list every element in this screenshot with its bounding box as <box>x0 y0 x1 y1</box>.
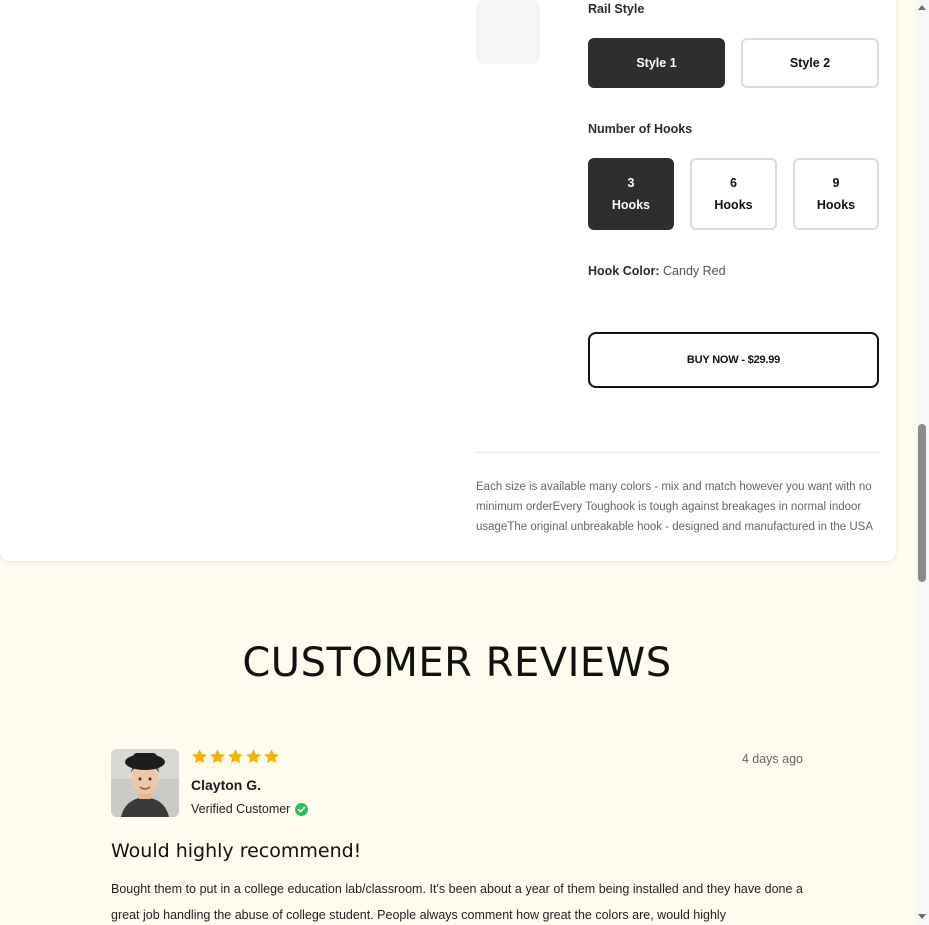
divider <box>476 452 879 453</box>
verified-label: Verified Customer <box>191 802 291 816</box>
rail-style-2-text: Style 2 <box>789 56 831 70</box>
product-description: Each size is available many colors - mix… <box>476 481 874 533</box>
star-icon <box>264 749 279 764</box>
hook-color-value: Candy Red <box>663 264 726 278</box>
hooks-label: Number of Hooks <box>588 122 693 136</box>
hooks-9-unit: Hooks <box>816 198 856 212</box>
reviewer-name: Clayton G. <box>191 777 262 793</box>
star-icon <box>246 749 261 764</box>
star-icon <box>192 749 207 764</box>
hook-color-label: Hook Color: <box>588 264 660 278</box>
reviews-heading: CUSTOMER REVIEWS <box>242 640 672 686</box>
star-icon <box>210 749 225 764</box>
scroll-up-arrow-icon[interactable] <box>918 5 926 10</box>
scroll-down-arrow-icon[interactable] <box>918 914 926 919</box>
hooks-3-button[interactable]: 3 Hooks <box>588 158 674 230</box>
rail-style-1-button[interactable]: Style 1 <box>588 38 725 88</box>
hooks-9-count: 9 <box>832 176 840 190</box>
hooks-6-count: 6 <box>730 176 737 190</box>
rail-style-2-button[interactable]: Style 2 <box>741 38 879 88</box>
reviewer-avatar <box>111 749 179 817</box>
hooks-3-unit: Hooks <box>611 198 651 212</box>
rail-style-label: Rail Style <box>588 2 645 16</box>
review-date: 4 days ago <box>741 752 803 766</box>
verified-check-icon <box>295 802 309 816</box>
hooks-6-button[interactable]: 6 Hooks <box>690 158 777 230</box>
rating-stars <box>191 748 280 765</box>
buy-now-button[interactable]: BUY NOW - $29.99 <box>588 332 879 388</box>
hook-color-row: Hook Color: Candy Red <box>588 264 726 278</box>
star-icon <box>228 749 243 764</box>
product-thumbnail[interactable] <box>476 0 540 64</box>
buy-now-label: BUY NOW - $29.99 <box>686 354 781 366</box>
hooks-6-unit: Hooks <box>714 198 753 212</box>
page-scrollbar[interactable] <box>915 0 929 925</box>
verified-badge: Verified Customer <box>191 802 309 816</box>
review-title: Would highly recommend! <box>111 840 362 862</box>
review-body: Bought them to put in a college educatio… <box>111 882 803 922</box>
hooks-3-count: 3 <box>627 176 635 190</box>
scroll-thumb[interactable] <box>918 424 926 582</box>
avatar-portrait-icon <box>111 749 179 817</box>
hooks-9-button[interactable]: 9 Hooks <box>793 158 879 230</box>
rail-style-1-text: Style 1 <box>636 56 677 70</box>
